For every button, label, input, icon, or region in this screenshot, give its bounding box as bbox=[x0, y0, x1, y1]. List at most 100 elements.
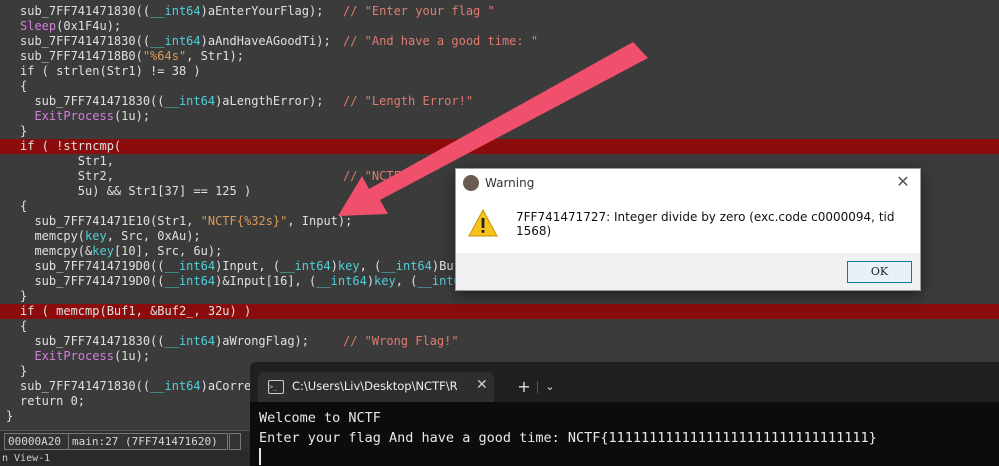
code-token: sub_7FF741471830(( bbox=[20, 379, 151, 393]
code-text: sub_7FF741471830((__int64)aWrongFlag); bbox=[20, 334, 309, 349]
code-token: Str1, bbox=[20, 154, 114, 168]
code-token: if ( memcmp(Buf1, &Buf2_, 32u) ) bbox=[20, 304, 252, 318]
code-token: ExitProcess bbox=[34, 109, 114, 123]
code-token: sub_7FF741471830(( bbox=[20, 4, 151, 18]
code-token: { bbox=[20, 199, 28, 213]
code-text: } bbox=[20, 364, 27, 379]
code-token: "%64s" bbox=[142, 49, 187, 63]
code-token: { bbox=[20, 319, 28, 333]
code-line[interactable]: if ( memcmp(Buf1, &Buf2_, 32u) ) bbox=[0, 304, 999, 319]
code-line[interactable]: sub_7FF741471830((__int64)aLengthError);… bbox=[0, 94, 999, 109]
code-token: } bbox=[20, 289, 28, 303]
code-text: } bbox=[6, 409, 13, 424]
code-token: sub_7FF741471830(( bbox=[20, 334, 165, 348]
code-text: ExitProcess(1u); bbox=[20, 349, 150, 364]
code-token: , Str1); bbox=[186, 49, 244, 63]
code-token: [10], Src, 6u); bbox=[113, 244, 223, 258]
code-text: { bbox=[20, 79, 27, 94]
code-comment: // "NCTF{" bbox=[343, 169, 416, 183]
ok-button[interactable]: OK bbox=[847, 261, 912, 283]
close-icon[interactable]: ✕ bbox=[892, 172, 914, 192]
code-token: __int64 bbox=[164, 274, 216, 288]
code-token: __int64 bbox=[280, 259, 331, 273]
code-token: } bbox=[20, 124, 28, 138]
code-text: { bbox=[20, 199, 27, 214]
code-line[interactable]: if ( strlen(Str1) != 38 ) bbox=[0, 64, 999, 79]
code-line[interactable]: } bbox=[0, 124, 999, 139]
status-location: main:27 (7FF741471620) bbox=[68, 433, 228, 450]
code-token: (1u); bbox=[113, 349, 151, 363]
code-line[interactable]: { bbox=[0, 319, 999, 334]
terminal-tabstrip: >_ C:\Users\Liv\Desktop\NCTF\R ✕ + ⌄ bbox=[250, 362, 999, 402]
code-line[interactable]: sub_7FF7414718B0("%64s", Str1); bbox=[0, 49, 999, 64]
code-token: key bbox=[92, 244, 114, 258]
code-text: sub_7FF741471E10(Str1, "NCTF{%32s}", Inp… bbox=[20, 214, 352, 229]
code-text: sub_7FF7414719D0((__int64)Input, (__int6… bbox=[20, 259, 482, 274]
code-text: Str2, bbox=[20, 169, 114, 184]
terminal-window[interactable]: >_ C:\Users\Liv\Desktop\NCTF\R ✕ + ⌄ Wel… bbox=[250, 362, 999, 466]
code-token: ) bbox=[366, 274, 375, 288]
code-line[interactable]: Str1, bbox=[0, 154, 999, 169]
code-line[interactable]: if ( !strncmp( bbox=[0, 139, 999, 154]
terminal-icon: >_ bbox=[268, 380, 284, 394]
code-text: sub_7FF741471830((__int64)aEnterYourFlag… bbox=[20, 4, 323, 19]
code-token: )aLengthError); bbox=[215, 94, 324, 108]
code-token: , Src, 0xAu); bbox=[106, 229, 201, 243]
dialog-footer: OK bbox=[456, 253, 920, 290]
code-line[interactable]: Sleep(0x1F4u); bbox=[0, 19, 999, 34]
code-token: { bbox=[20, 79, 28, 93]
code-comment: // "And have a good time: " bbox=[343, 34, 539, 48]
code-token: 5u) && Str1[37] == 125 ) bbox=[20, 184, 252, 198]
warning-dialog: Warning ✕ 7FF741471727: Integer divide b… bbox=[455, 168, 921, 291]
dialog-title: Warning bbox=[485, 176, 535, 190]
code-text: } bbox=[20, 124, 27, 139]
code-line[interactable]: sub_7FF741471830((__int64)aWrongFlag); //… bbox=[0, 334, 999, 349]
code-line[interactable]: ExitProcess(1u); bbox=[0, 109, 999, 124]
code-text: Sleep(0x1F4u); bbox=[20, 19, 121, 34]
code-token: __int64 bbox=[164, 94, 216, 108]
code-line[interactable]: sub_7FF741471830((__int64)aAndHaveAGoodT… bbox=[0, 34, 999, 49]
code-token: memcpy(& bbox=[20, 244, 93, 258]
code-token: __int64 bbox=[316, 274, 367, 288]
tab-close-icon[interactable]: ✕ bbox=[476, 377, 488, 393]
code-token: } bbox=[6, 409, 14, 423]
code-token: ) bbox=[330, 259, 338, 273]
code-text: sub_7FF741471830((__int64)aCorrect); bbox=[20, 379, 280, 394]
code-comment: // "Wrong Flag!" bbox=[343, 334, 459, 348]
code-token: __int64 bbox=[381, 259, 432, 273]
code-token: Str2, bbox=[20, 169, 114, 183]
code-token: , Input); bbox=[287, 214, 353, 228]
code-line[interactable]: { bbox=[0, 79, 999, 94]
code-token: Sleep bbox=[20, 19, 57, 33]
code-token: if ( !strncmp( bbox=[20, 139, 122, 153]
code-token: sub_7FF7414718B0( bbox=[20, 49, 143, 63]
code-token: __int64 bbox=[150, 4, 201, 18]
code-line[interactable]: } bbox=[0, 289, 999, 304]
dialog-message: 7FF741471727: Integer divide by zero (ex… bbox=[516, 210, 895, 238]
code-comment: // "Length Error!" bbox=[343, 94, 474, 108]
code-line[interactable]: sub_7FF741471830((__int64)aEnterYourFlag… bbox=[0, 4, 999, 19]
code-token: memcpy( bbox=[20, 229, 86, 243]
terminal-output-line: Welcome to NCTF bbox=[259, 410, 381, 426]
app-avatar-icon bbox=[463, 175, 479, 191]
terminal-tab-title: C:\Users\Liv\Desktop\NCTF\R bbox=[292, 379, 458, 393]
code-token: )aAndHaveAGoodTi); bbox=[200, 34, 331, 48]
warning-icon bbox=[468, 209, 498, 237]
view-tab-label[interactable]: n View-1 bbox=[2, 451, 50, 466]
code-token: __int64 bbox=[164, 259, 216, 273]
code-token: )aWrongFlag); bbox=[215, 334, 309, 348]
code-token: sub_7FF741471E10(Str1, bbox=[20, 214, 201, 228]
terminal-cursor bbox=[259, 448, 261, 465]
code-token: )aEnterYourFlag); bbox=[200, 4, 324, 18]
code-token: (1u); bbox=[113, 109, 151, 123]
code-text: Str1, bbox=[20, 154, 114, 169]
code-text: { bbox=[20, 319, 27, 334]
code-text: if ( strlen(Str1) != 38 ) bbox=[20, 64, 201, 79]
code-text: if ( !strncmp( bbox=[20, 139, 121, 154]
terminal-tab[interactable]: >_ C:\Users\Liv\Desktop\NCTF\R ✕ bbox=[258, 372, 494, 402]
dialog-body: 7FF741471727: Integer divide by zero (ex… bbox=[456, 197, 920, 290]
code-token: key bbox=[85, 229, 107, 243]
code-token: )&Input[16], ( bbox=[215, 274, 317, 288]
chevron-down-icon[interactable]: ⌄ bbox=[538, 376, 562, 398]
new-tab-button[interactable]: + bbox=[512, 376, 536, 398]
